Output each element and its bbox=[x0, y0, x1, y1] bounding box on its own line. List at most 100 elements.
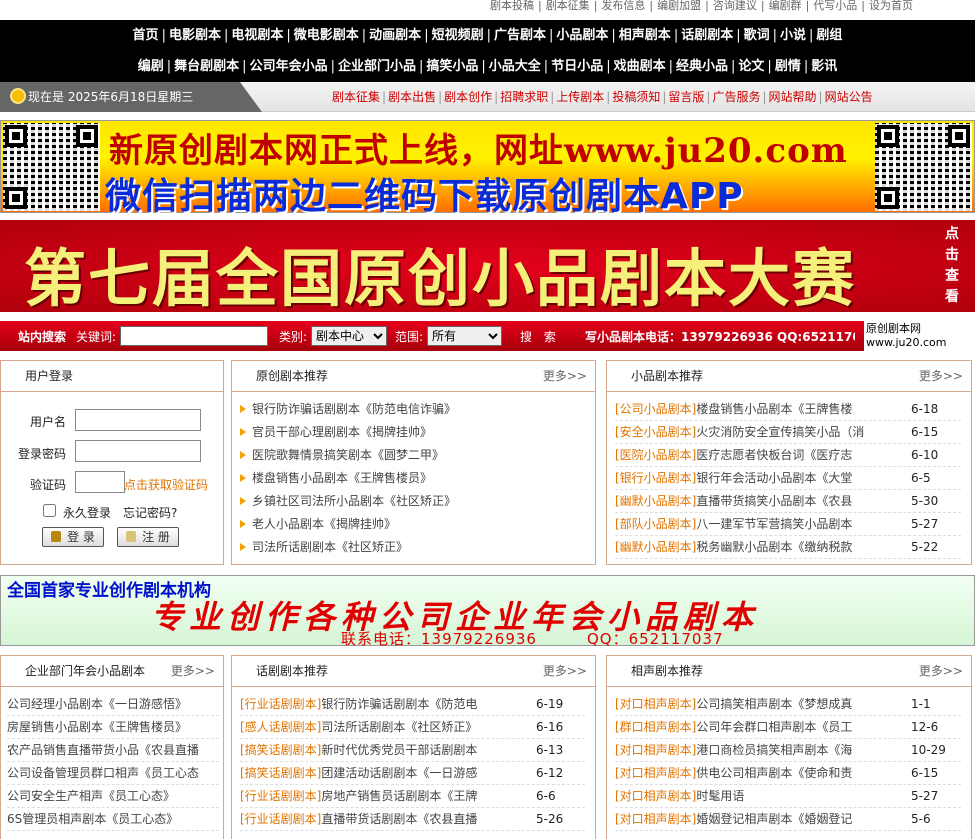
contest-banner[interactable]: 第七届全国原创小品剧本大赛 点击查看 bbox=[0, 220, 975, 315]
category-tag[interactable]: [感人话剧剧本] bbox=[240, 720, 321, 734]
enterprise-more-link[interactable]: 更多>> bbox=[171, 656, 215, 687]
category-tag[interactable]: [部队小品剧本] bbox=[615, 517, 696, 531]
sub-nav-link[interactable]: 剧本出售 bbox=[388, 90, 436, 104]
get-captcha-link[interactable]: 点击获取验证码 bbox=[124, 476, 208, 493]
login-button[interactable]: 登 录 bbox=[42, 527, 104, 547]
category-tag[interactable]: [对口相声剧本] bbox=[615, 766, 696, 780]
list-item[interactable]: 农产品销售直播带货小品《农县直播 bbox=[7, 739, 219, 762]
nav-item[interactable]: 剧组 bbox=[816, 28, 842, 43]
category-tag[interactable]: [安全小品剧本] bbox=[615, 425, 696, 439]
nav-item[interactable]: 微电影剧本 bbox=[294, 28, 359, 43]
list-item[interactable]: [对口相声剧本]婚姻登记相声剧本《婚姻登记 5-6 bbox=[615, 808, 961, 831]
category-select[interactable]: 剧本中心 bbox=[311, 326, 387, 346]
top-link[interactable]: 代写小品 bbox=[811, 0, 859, 12]
nav-item[interactable]: 搞笑小品 bbox=[426, 59, 478, 74]
nav-item[interactable]: 话剧剧本 bbox=[681, 28, 733, 43]
list-item[interactable]: [感人话剧剧本]司法所话剧剧本《社区矫正》 6-16 bbox=[240, 716, 585, 739]
nav-item[interactable]: 小说 bbox=[780, 28, 806, 43]
captcha-input[interactable] bbox=[75, 471, 125, 493]
username-input[interactable] bbox=[75, 409, 201, 431]
site-logo[interactable]: 原创剧本网 www.ju20.com bbox=[864, 321, 975, 351]
password-input[interactable] bbox=[75, 440, 201, 462]
nav-item[interactable]: 编剧 bbox=[138, 59, 164, 74]
nav-item[interactable]: 小品剧本 bbox=[556, 28, 608, 43]
nav-item[interactable]: 动画剧本 bbox=[369, 28, 421, 43]
top-link[interactable]: 编剧群 bbox=[767, 0, 804, 12]
list-item[interactable]: 银行防诈骗话剧剧本《防范电信诈骗》 bbox=[240, 398, 585, 421]
nav-item[interactable]: 相声剧本 bbox=[619, 28, 671, 43]
top-link[interactable]: 剧本征集 bbox=[544, 0, 592, 12]
nav-item[interactable]: 节日小品 bbox=[551, 59, 603, 74]
category-tag[interactable]: [搞笑话剧剧本] bbox=[240, 766, 321, 780]
list-item[interactable]: [行业话剧剧本]银行防诈骗话剧剧本《防范电 6-19 bbox=[240, 693, 585, 716]
nav-item[interactable]: 企业部门小品 bbox=[338, 59, 416, 74]
list-item[interactable]: [公司小品剧本]楼盘销售小品剧本《王牌售楼 6-18 bbox=[615, 398, 961, 421]
list-item[interactable]: [医院小品剧本]医疗志愿者快板台词《医疗志 6-10 bbox=[615, 444, 961, 467]
sub-nav-link[interactable]: 剧本创作 bbox=[444, 90, 492, 104]
sub-nav-link[interactable]: 网站公告 bbox=[825, 90, 873, 104]
category-tag[interactable]: [对口相声剧本] bbox=[615, 812, 696, 826]
list-item[interactable]: [部队小品剧本]八一建军节军营搞笑小品剧本 5-27 bbox=[615, 513, 961, 536]
top-link[interactable]: 设为首页 bbox=[867, 0, 915, 12]
nav-item[interactable]: 影讯 bbox=[811, 59, 837, 74]
search-button[interactable]: 搜 索 bbox=[520, 328, 560, 345]
list-item[interactable]: [幽默小品剧本]直播带货搞笑小品剧本《农县 5-30 bbox=[615, 490, 961, 513]
category-tag[interactable]: [银行小品剧本] bbox=[615, 471, 696, 485]
category-tag[interactable]: [医院小品剧本] bbox=[615, 448, 696, 462]
sub-nav-link[interactable]: 剧本征集 bbox=[332, 90, 380, 104]
nav-item[interactable]: 剧情 bbox=[775, 59, 801, 74]
list-item[interactable]: [群口相声剧本]公司年会群口相声剧本《员工 12-6 bbox=[615, 716, 961, 739]
nav-item[interactable]: 歌词 bbox=[744, 28, 770, 43]
list-item[interactable]: [对口相声剧本]公司搞笑相声剧本《梦想成真 1-1 bbox=[615, 693, 961, 716]
list-item[interactable]: 6S管理员相声剧本《员工心态》 bbox=[7, 808, 219, 831]
nav-item[interactable]: 小品大全 bbox=[489, 59, 541, 74]
list-item[interactable]: [幽默小品剧本]税务幽默小品剧本《缴纳税款 5-22 bbox=[615, 536, 961, 559]
nav-item[interactable]: 电影剧本 bbox=[169, 28, 221, 43]
top-link[interactable]: 剧本投稿 bbox=[488, 0, 536, 12]
list-item[interactable]: 司法所话剧剧本《社区矫正》 bbox=[240, 536, 585, 559]
register-button[interactable]: 注 册 bbox=[117, 527, 179, 547]
list-item[interactable]: [银行小品剧本]银行年会活动小品剧本《大堂 6-5 bbox=[615, 467, 961, 490]
list-item[interactable]: 公司设备管理员群口相声《员工心态 bbox=[7, 762, 219, 785]
list-item[interactable]: [行业话剧剧本]房地产销售员话剧剧本《王牌 6-6 bbox=[240, 785, 585, 808]
list-item[interactable]: 官员干部心理剧剧本《揭牌挂帅》 bbox=[240, 421, 585, 444]
category-tag[interactable]: [行业话剧剧本] bbox=[240, 812, 321, 826]
remember-checkbox[interactable] bbox=[43, 504, 56, 517]
top-link[interactable]: 编剧加盟 bbox=[655, 0, 703, 12]
list-item[interactable]: [行业话剧剧本]直播带货话剧剧本《农县直播 5-26 bbox=[240, 808, 585, 831]
nav-item[interactable]: 公司年会小品 bbox=[250, 59, 328, 74]
original-more-link[interactable]: 更多>> bbox=[543, 361, 587, 392]
list-item[interactable]: [搞笑话剧剧本]团建活动话剧剧本《一日游感 6-12 bbox=[240, 762, 585, 785]
range-select[interactable]: 所有 bbox=[427, 326, 502, 346]
category-tag[interactable]: [幽默小品剧本] bbox=[615, 494, 696, 508]
category-tag[interactable]: [对口相声剧本] bbox=[615, 743, 696, 757]
sub-nav-link[interactable]: 留言版 bbox=[668, 90, 704, 104]
category-tag[interactable]: [对口相声剧本] bbox=[615, 789, 696, 803]
list-item[interactable]: 房屋销售小品剧本《王牌售楼员》 bbox=[7, 716, 219, 739]
nav-item[interactable]: 经典小品 bbox=[676, 59, 728, 74]
category-tag[interactable]: [搞笑话剧剧本] bbox=[240, 743, 321, 757]
list-item[interactable]: 公司安全生产相声《员工心态》 bbox=[7, 785, 219, 808]
list-item[interactable]: [搞笑话剧剧本]新时代优秀党员干部话剧剧本 6-13 bbox=[240, 739, 585, 762]
sub-nav-link[interactable]: 广告服务 bbox=[712, 90, 760, 104]
category-tag[interactable]: [幽默小品剧本] bbox=[615, 540, 696, 554]
nav-item[interactable]: 舞台剧剧本 bbox=[174, 59, 239, 74]
list-item[interactable]: 公司经理小品剧本《一日游感悟》 bbox=[7, 693, 219, 716]
top-link[interactable]: 发布信息 bbox=[599, 0, 647, 12]
category-tag[interactable]: [对口相声剧本] bbox=[615, 697, 696, 711]
huaju-more-link[interactable]: 更多>> bbox=[543, 656, 587, 687]
list-item[interactable]: 老人小品剧本《揭牌挂帅》 bbox=[240, 513, 585, 536]
list-item[interactable]: 乡镇社区司法所小品剧本《社区矫正》 bbox=[240, 490, 585, 513]
list-item[interactable]: 医院歌舞情景搞笑剧本《圆梦二甲》 bbox=[240, 444, 585, 467]
list-item[interactable]: [对口相声剧本]供电公司相声剧本《使命和责 6-15 bbox=[615, 762, 961, 785]
keyword-input[interactable] bbox=[120, 326, 268, 346]
nav-item[interactable]: 广告剧本 bbox=[494, 28, 546, 43]
nav-item[interactable]: 电视剧本 bbox=[231, 28, 283, 43]
app-download-banner[interactable]: 新原创剧本网正式上线，网址www.ju20.com 微信扫描两边二维码下载原创剧… bbox=[0, 120, 975, 217]
nav-item[interactable]: 短视频剧 bbox=[432, 28, 484, 43]
sub-nav-link[interactable]: 投稿须知 bbox=[612, 90, 660, 104]
sub-nav-link[interactable]: 上传剧本 bbox=[556, 90, 604, 104]
top-link[interactable]: 咨询建议 bbox=[711, 0, 759, 12]
nav-item[interactable]: 首页 bbox=[133, 28, 159, 43]
category-tag[interactable]: [群口相声剧本] bbox=[615, 720, 696, 734]
